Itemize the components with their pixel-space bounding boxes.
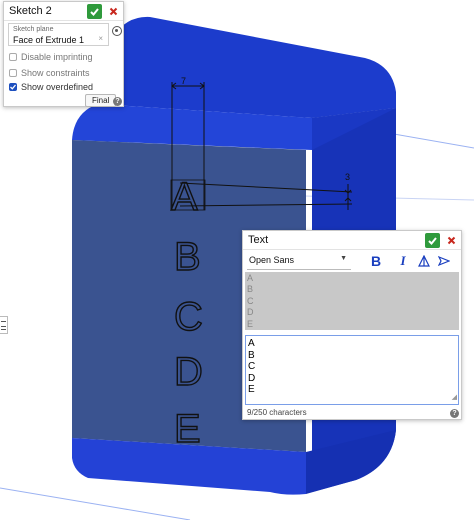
model-letter: A [171, 175, 198, 219]
sketch-panel-title: Sketch 2 [9, 5, 52, 17]
close-icon [447, 236, 455, 244]
italic-icon[interactable]: I [397, 252, 409, 270]
preview-line: B [247, 284, 254, 295]
width-dimension-value[interactable]: 7 [181, 76, 186, 86]
text-input-line: A [248, 338, 255, 349]
height-dimension-value[interactable]: 3 [345, 172, 350, 182]
cancel-button[interactable] [444, 233, 458, 248]
chevron-down-icon: ▼ [340, 255, 347, 262]
show-constraints-checkbox[interactable] [9, 69, 17, 77]
show-constraints-label: Show constraints [21, 68, 90, 78]
bold-icon[interactable]: B [369, 252, 383, 270]
close-icon [109, 7, 117, 15]
sketch-plane-field[interactable]: Sketch plane Face of Extrude 1 × [8, 23, 109, 46]
cancel-button[interactable] [106, 4, 120, 19]
font-select-value: Open Sans [249, 255, 295, 265]
show-overdefined-label: Show overdefined [21, 82, 94, 92]
show-constraints-option[interactable]: Show constraints [9, 68, 90, 78]
disable-imprinting-checkbox[interactable] [9, 53, 17, 61]
sketch-panel-header: Sketch 2 [4, 2, 123, 21]
sketch-panel: Sketch 2 Sketch plane Face of Extrude 1 … [3, 1, 124, 107]
plane-edge-line [0, 487, 191, 520]
box-top-face [98, 16, 396, 118]
help-icon[interactable]: ? [450, 409, 459, 418]
final-button[interactable]: Final [85, 94, 117, 107]
model-letter: E [174, 407, 201, 451]
text-preview: A B C D E [245, 272, 459, 330]
sketch-plane-value: Face of Extrude 1 [13, 35, 85, 45]
text-panel: Text Open Sans ▼ B I A B C D E A B C D E… [242, 230, 462, 420]
preview-line: E [247, 318, 254, 329]
font-select[interactable]: Open Sans ▼ [247, 253, 351, 270]
show-overdefined-option[interactable]: Show overdefined [9, 82, 93, 92]
accept-button[interactable] [87, 3, 102, 19]
disable-imprinting-option[interactable]: Disable imprinting [9, 52, 93, 62]
text-input[interactable]: A B C D E ◢ [245, 335, 459, 405]
text-align-icon[interactable] [417, 253, 431, 269]
clear-plane-icon[interactable]: × [98, 34, 103, 43]
text-input-line: C [248, 361, 256, 372]
help-icon[interactable]: ? [113, 97, 122, 106]
text-input-line: D [248, 372, 256, 384]
model-letter: B [174, 235, 201, 279]
resize-handle-icon[interactable]: ◢ [452, 392, 457, 404]
check-icon [90, 7, 99, 16]
sketch-plane-label: Sketch plane [13, 26, 54, 33]
list-handle-icon[interactable] [0, 316, 8, 334]
model-letter: C [174, 295, 203, 339]
text-input-line: E [248, 384, 255, 395]
show-overdefined-checkbox[interactable] [9, 83, 17, 91]
model-letter: D [174, 350, 203, 394]
char-count: 9/250 characters [247, 408, 307, 417]
preview-line: C [247, 295, 254, 306]
preview-line: D [247, 307, 254, 318]
text-input-line: B [248, 349, 255, 361]
send-icon[interactable] [437, 253, 451, 269]
text-panel-header: Text [243, 231, 461, 250]
disable-imprinting-label: Disable imprinting [21, 52, 93, 62]
accept-button[interactable] [425, 232, 440, 248]
preview-line: A [247, 273, 254, 283]
plane-select-icon[interactable] [112, 26, 122, 36]
text-panel-title: Text [248, 234, 269, 246]
check-icon [428, 236, 437, 245]
